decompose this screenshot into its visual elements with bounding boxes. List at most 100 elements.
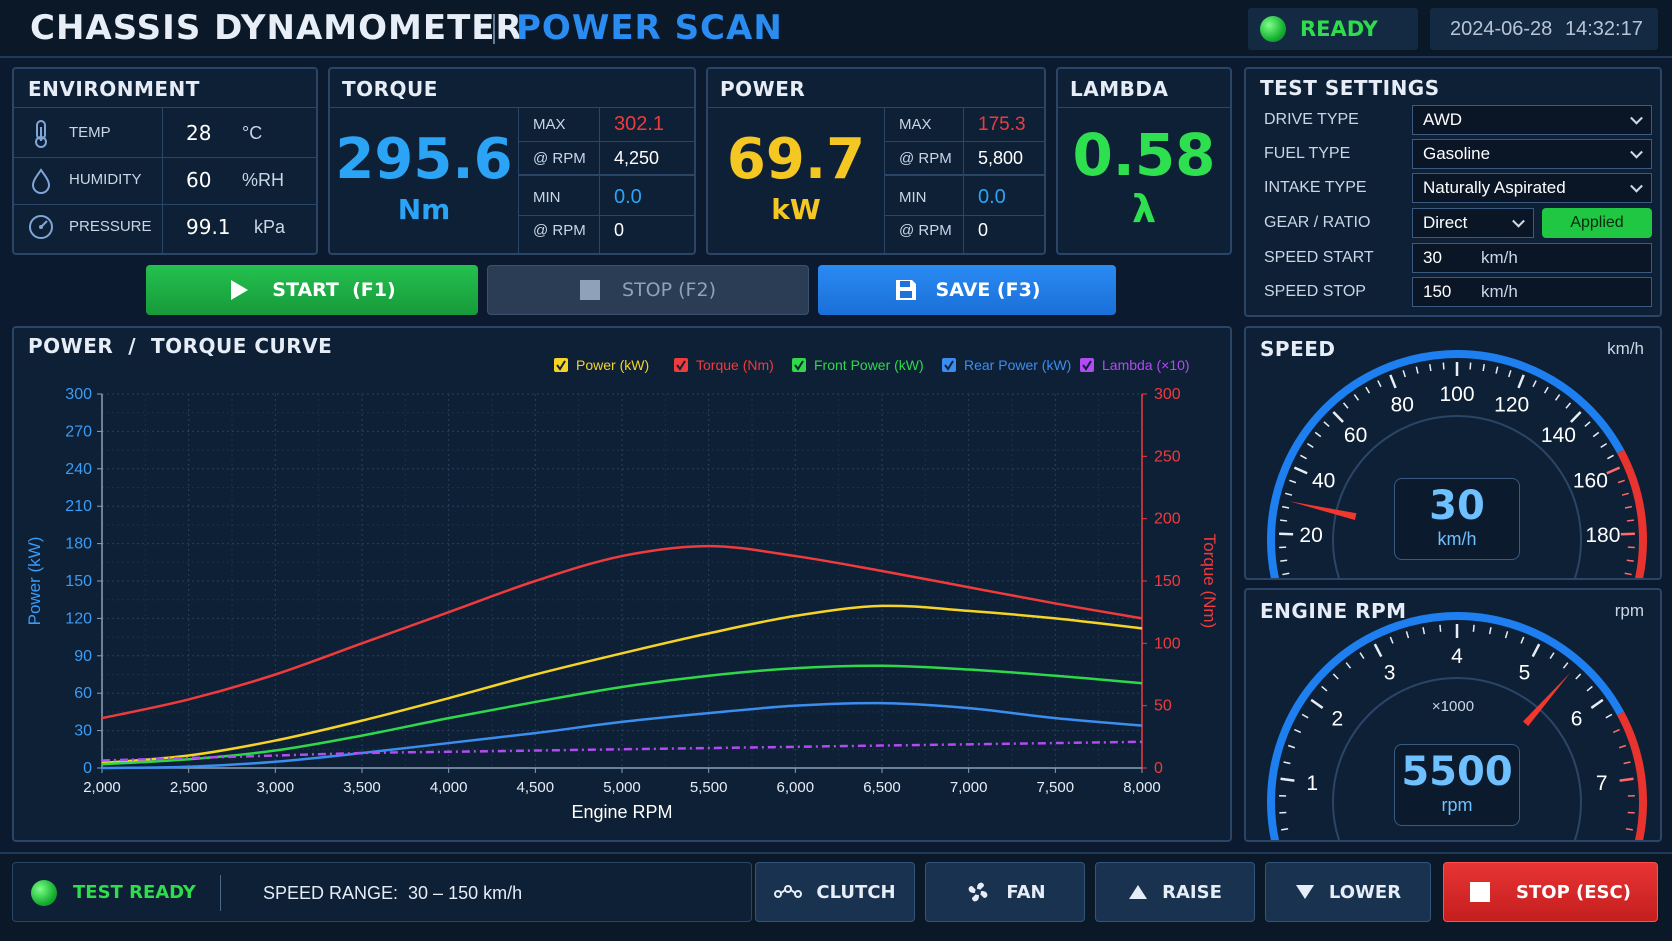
divider: [1058, 107, 1230, 108]
y2-tick-label: 250: [1154, 448, 1181, 465]
time-text: 14:32:17: [1565, 18, 1643, 40]
app-title: CHASSIS DYNAMOMETER: [30, 8, 523, 48]
gear-ratio-value: Direct: [1423, 213, 1468, 232]
speed-stop-input[interactable]: 150 km/h: [1412, 277, 1652, 307]
intake-type-value: Naturally Aspirated: [1423, 178, 1566, 197]
gauge-minor-tick: [1624, 572, 1632, 576]
y-axis-label: Power (kW): [25, 537, 44, 626]
rpm-gauge-panel: ENGINE RPM rpm 012345678 ×1000 5500 rpm: [1244, 588, 1662, 842]
gauge-minor-tick: [1607, 454, 1614, 460]
x-tick-label: 2,000: [83, 779, 121, 796]
power-max-value: 175.3: [978, 114, 1026, 135]
save-button[interactable]: SAVE (F3): [818, 265, 1116, 315]
raise-label: RAISE: [1162, 881, 1222, 903]
env-row-temp: TEMP 28 °C: [14, 109, 316, 157]
gauge-minor-tick: [1626, 519, 1634, 522]
test-ready-led-icon: [31, 880, 57, 906]
y2-tick-label: 100: [1154, 635, 1181, 652]
gauge-minor-tick: [1586, 685, 1593, 692]
gauge-tick-label: 60: [1344, 424, 1367, 447]
fuel-type-select[interactable]: Gasoline: [1412, 139, 1652, 169]
gauge-minor-tick: [1504, 631, 1509, 639]
y-tick-label: 0: [83, 760, 92, 777]
start-button[interactable]: START (F1): [146, 265, 478, 315]
emergency-stop-button[interactable]: STOP (ESC): [1443, 862, 1658, 922]
gear-ratio-select[interactable]: Direct: [1412, 208, 1534, 238]
rpm-multiplier: ×1000: [1431, 698, 1475, 715]
fuel-type-label: FUEL TYPE: [1264, 145, 1351, 162]
gauge-minor-tick: [1402, 370, 1407, 378]
clutch-button[interactable]: CLUTCH: [755, 862, 915, 922]
gauge-minor-tick: [1353, 394, 1360, 401]
gauge-minor-tick: [1592, 431, 1600, 438]
power-max-rpm: 5,800: [978, 148, 1024, 168]
fan-label: FAN: [1006, 881, 1046, 903]
drive-type-label: DRIVE TYPE: [1264, 111, 1359, 128]
gauge-minor-tick: [1321, 685, 1328, 692]
clutch-icon: [774, 885, 803, 898]
title-divider: [493, 14, 495, 44]
y-tick-label: 30: [74, 723, 92, 740]
legend-label: Rear Power (kW): [964, 357, 1071, 373]
test-settings-panel: TEST SETTINGS DRIVE TYPE AWD FUEL TYPE G…: [1244, 67, 1662, 317]
gauge-tick-label: 7: [1596, 772, 1608, 795]
gauge-minor-tick: [1287, 744, 1296, 749]
legend-label: Power (kW): [576, 357, 649, 373]
lambda-title: LAMBDA: [1070, 77, 1169, 101]
gauge-needle: [1289, 501, 1357, 521]
speed-start-unit: km/h: [1481, 248, 1518, 267]
lower-button[interactable]: LOWER: [1265, 862, 1431, 922]
gauge-minor-tick: [1562, 662, 1569, 669]
fan-button[interactable]: FAN: [925, 862, 1085, 922]
gauge-minor-tick: [1565, 402, 1572, 409]
gauge-tick-label: 5: [1519, 661, 1531, 684]
torque-max-label: MAX: [533, 116, 566, 133]
gauge-minor-tick: [1342, 402, 1349, 409]
y-tick-label: 150: [65, 573, 92, 590]
gauge-minor-tick: [1482, 363, 1485, 372]
settings-title: TEST SETTINGS: [1260, 76, 1440, 100]
gauge-minor-tick: [1612, 728, 1620, 734]
gauge-minor-tick: [1314, 431, 1322, 438]
gauge-minor-tick: [1359, 652, 1365, 659]
temp-unit: °C: [242, 123, 263, 143]
y2-tick-label: 300: [1154, 386, 1181, 403]
env-row-pressure: PRESSURE 99.1 kPa: [14, 205, 316, 251]
torque-max-rpm: 4,250: [614, 148, 660, 168]
pressure-gauge-icon: [29, 215, 53, 239]
x-tick-label: 7,500: [1037, 779, 1075, 796]
x-tick-label: 3,000: [257, 779, 295, 796]
torque-min-value: 0.0: [614, 186, 642, 208]
torque-panel: TORQUE 295.6 Nm MAX 302.1 @ RPM 4,250 MI…: [328, 67, 696, 255]
speed-start-input[interactable]: 30 km/h: [1412, 243, 1652, 273]
pressure-value: 99.1: [186, 215, 231, 239]
x-tick-label: 5,000: [603, 779, 641, 796]
power-min-rpm: 0: [978, 220, 989, 240]
legend-label: Lambda (×10): [1102, 357, 1190, 373]
stop-button[interactable]: STOP (F2): [487, 265, 809, 315]
raise-button[interactable]: RAISE: [1095, 862, 1255, 922]
intake-type-select[interactable]: Naturally Aspirated: [1412, 173, 1652, 203]
status-text: READY: [1300, 17, 1378, 41]
gauge-minor-tick: [1442, 362, 1445, 370]
stop-square-icon: [580, 280, 601, 300]
environment-title: ENVIRONMENT: [28, 77, 200, 101]
y-tick-label: 180: [65, 536, 92, 553]
torque-max-value: 302.1: [614, 113, 665, 135]
power-max-rpm-label: @ RPM: [899, 150, 952, 167]
lower-label: LOWER: [1328, 881, 1402, 903]
gauge-minor-tick: [1389, 636, 1394, 644]
gauge-arc-redline: [1617, 711, 1647, 840]
power-unit: kW: [771, 193, 821, 226]
legend-checkbox-icon: [674, 358, 688, 372]
gauge-minor-tick: [1624, 505, 1632, 509]
x-tick-label: 4,000: [430, 779, 468, 796]
power-title: POWER: [720, 77, 806, 101]
gear-ratio-label: GEAR / RATIO: [1264, 214, 1371, 231]
arrow-down-icon: [1295, 885, 1314, 899]
gauge-major-tick: [1389, 374, 1397, 389]
y-tick-label: 120: [65, 610, 92, 627]
drive-type-select[interactable]: AWD: [1412, 105, 1652, 135]
drive-type-value: AWD: [1423, 110, 1463, 129]
gear-applied-button[interactable]: Applied: [1542, 208, 1652, 238]
